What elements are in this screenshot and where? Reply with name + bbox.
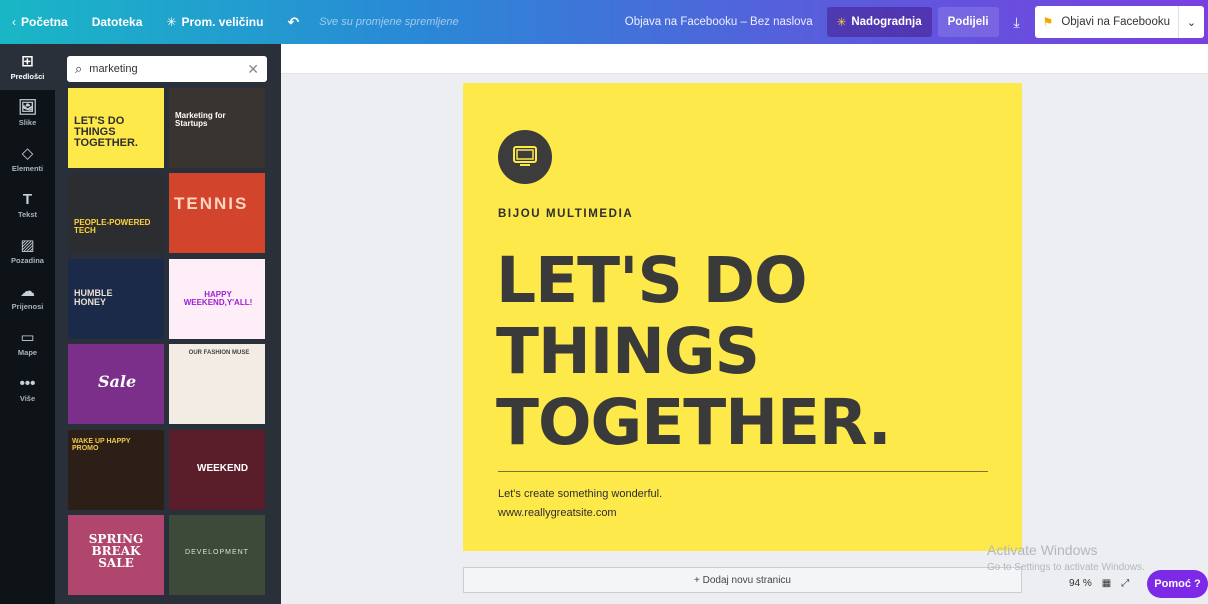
logo-circle[interactable] [498,130,552,184]
template-tile[interactable]: HAPPY WEEKEND,Y'ALL! [169,259,265,339]
chevron-left-icon: ‹ [12,15,16,29]
windows-watermark-title: Activate Windows [987,542,1098,558]
rail-label: Pozadina [11,255,44,265]
template-tile[interactable]: Sale [68,344,164,424]
headline-line: TOGETHER. [496,386,892,459]
headline-line: LET'S DO [496,244,808,317]
rail-item-more[interactable]: ••• Više [0,366,55,412]
add-page-button[interactable]: + Dodaj novu stranicu [463,567,1022,593]
rail-item-elements[interactable]: ◇ Elementi [0,136,55,182]
rail-label: Tekst [17,209,38,219]
more-icon: ••• [19,374,36,392]
template-tile-text: SPRING BREAK SALE [88,532,144,570]
template-tile-text: LET'S DO THINGS TOGETHER. [74,115,138,149]
template-tile[interactable]: WEEKEND [169,430,265,510]
document-title[interactable]: Objava na Facebooku – Bez naslova [611,16,827,28]
search-icon: ⌕ [75,61,83,76]
canvas-area: BIJOU MULTIMEDIA LET'S DO THINGS TOGETHE… [281,44,1208,604]
template-tile[interactable]: WAKE UP HAPPY PROMO [68,430,164,510]
file-menu[interactable]: Datoteka [80,0,155,44]
rail-item-templates[interactable]: ⊞ Predlošci [0,44,55,90]
template-tile-text: WEEKEND [197,463,249,474]
publish-label: Objavi na Facebooku [1061,16,1170,28]
download-icon: ⤓ [1013,13,1020,30]
templates-icon: ⊞ [21,52,34,70]
template-tile[interactable]: DEVELOPMENT [169,515,265,595]
template-tile-text: DEVELOPMENT [185,549,249,556]
tagline[interactable]: Let's create something wonderful. [498,488,662,500]
rail-label: Elementi [11,163,44,173]
folder-icon: ▭ [20,328,35,346]
template-tile[interactable]: SPRING BREAK SALE [68,515,164,595]
headline-line: THINGS [496,315,760,388]
template-tile-text: Sale [98,372,137,391]
rail-label: Više [19,393,36,403]
zoom-level[interactable]: 94 % [1069,578,1092,589]
design-page[interactable]: BIJOU MULTIMEDIA LET'S DO THINGS TOGETHE… [463,83,1022,551]
template-tile-text: Marketing for Startups [175,111,226,128]
upgrade-button[interactable]: ✳ Nadogradnja [826,7,932,37]
top-bar: ‹ Početna Datoteka ✳ Prom. veličinu ↶ Sve … [0,0,1208,44]
rail-item-folders[interactable]: ▭ Mape [0,320,55,366]
upgrade-label: Nadogradnja [851,16,922,28]
rail-item-text[interactable]: T Tekst [0,182,55,228]
undo-button[interactable]: ↶ [275,0,311,44]
photo-icon: 🖼 [17,98,38,116]
side-rail: ⊞ Predlošci 🖼 Slike ◇ Elementi T Tekst ▨ Poza… [0,44,55,604]
publish-options-button[interactable]: ⌄ [1178,6,1204,38]
rail-item-background[interactable]: ▨ Pozadina [0,228,55,274]
publish-facebook-button[interactable]: ⚑ Objavi na Facebooku [1034,6,1178,38]
template-tile-text: OUR FASHION MUSE [188,350,250,356]
template-tile[interactable]: TENNIS [169,173,265,253]
pattern-icon: ▨ [20,236,35,254]
website-url[interactable]: www.reallygreatsite.com [498,507,617,519]
resize-label: Prom. veličinu [181,15,264,29]
save-status: Sve su promjene spremljene [319,16,459,28]
rail-label: Prijenosi [11,301,44,311]
rail-item-photos[interactable]: 🖼 Slike [0,90,55,136]
help-button[interactable]: Pomoć ? [1147,570,1208,598]
template-tile[interactable]: LET'S DO THINGS TOGETHER. [68,88,164,168]
share-button[interactable]: Podijeli [937,7,999,37]
undo-icon: ↶ [287,13,300,30]
template-tile[interactable]: OUR FASHION MUSE [169,344,265,424]
shapes-icon: ◇ [21,144,34,162]
monitor-icon [513,146,537,166]
canvas-toolbar [281,44,1208,74]
search-input[interactable] [89,63,248,75]
rail-item-uploads[interactable]: ☁ Prijenosi [0,274,55,320]
zoom-controls: 94 % ▦ ⤢ [1069,578,1139,589]
grid-view-icon[interactable]: ▦ [1102,578,1111,589]
crown-icon: ✳ [836,17,847,29]
template-tile[interactable]: HUMBLE HONEY [68,259,164,339]
windows-watermark-subtitle: Go to Settings to activate Windows. [987,562,1145,573]
template-tile-text: HAPPY WEEKEND,Y'ALL! [183,290,253,307]
headline[interactable]: LET'S DO THINGS TOGETHER. [496,245,996,458]
divider-line[interactable] [498,471,988,472]
resize-button[interactable]: ✳ Prom. veličinu [154,0,275,44]
sparkle-icon: ✳ [166,15,177,29]
template-tile-text: HUMBLE HONEY [74,288,113,307]
close-icon[interactable]: ✕ [247,61,259,78]
template-tile-text: WAKE UP HAPPY PROMO [72,438,131,452]
rail-label: Mape [17,347,38,357]
template-search: ⌕ ✕ [67,56,267,82]
flag-icon: ⚑ [1042,15,1054,29]
template-tile-text: PEOPLE-POWERED TECH [74,218,151,235]
brand-name[interactable]: BIJOU MULTIMEDIA [498,208,633,220]
home-button[interactable]: ‹ Početna [0,0,80,44]
chevron-down-icon: ⌄ [1186,16,1197,29]
templates-panel: ⌕ ✕ LET'S DO THINGS TOGETHER. Marketing … [55,44,281,604]
cloud-upload-icon: ☁ [20,282,35,300]
text-icon: T [22,190,33,208]
rail-label: Slike [18,117,37,127]
rail-label: Predlošci [10,71,45,81]
download-button[interactable]: ⤓ [1003,7,1031,37]
template-tile[interactable]: PEOPLE-POWERED TECH [68,173,164,253]
template-tile-text: TENNIS [174,194,249,213]
template-tile[interactable]: Marketing for Startups [169,88,265,168]
home-label: Početna [21,15,68,29]
fullscreen-icon[interactable]: ⤢ [1121,578,1129,589]
